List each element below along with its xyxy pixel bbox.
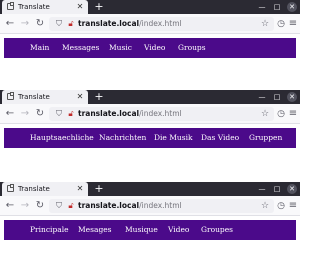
tab-bar: Translate ✕ + — □ ✕: [0, 182, 300, 196]
nav-item-messages[interactable]: Messages: [62, 38, 99, 58]
url-path: /index.html: [139, 201, 182, 210]
shield-icon[interactable]: ⛉: [55, 201, 63, 211]
back-arrow-icon[interactable]: ←: [4, 200, 16, 212]
url-host: translate.local: [78, 109, 140, 118]
hamburger-menu-icon[interactable]: ≡: [288, 200, 298, 212]
nav-item-video[interactable]: Video: [144, 38, 165, 58]
new-tab-button[interactable]: +: [93, 1, 105, 13]
minimize-icon[interactable]: —: [257, 92, 267, 102]
site-navigation-bar: Main Messages Music Video Groups: [4, 38, 296, 58]
nav-item-music[interactable]: Musique: [125, 220, 158, 240]
maximize-icon[interactable]: □: [272, 92, 282, 102]
tab-title: Translate: [18, 93, 50, 101]
star-icon[interactable]: ☆: [260, 109, 270, 119]
page-favicon-icon: [7, 2, 14, 10]
reload-icon[interactable]: ↻: [34, 108, 46, 120]
tab-translate[interactable]: Translate ✕: [2, 182, 88, 196]
back-arrow-icon[interactable]: ←: [4, 18, 16, 30]
hamburger-menu-icon[interactable]: ≡: [288, 18, 298, 30]
hamburger-menu-icon[interactable]: ≡: [288, 108, 298, 120]
page-favicon-icon: [7, 184, 14, 192]
close-icon[interactable]: ✕: [287, 2, 297, 12]
minimize-icon[interactable]: —: [257, 2, 267, 12]
tab-bar: Translate ✕ + — □ ✕: [0, 0, 300, 14]
tab-bar: Translate ✕ + — □ ✕: [0, 90, 300, 104]
lock-icon[interactable]: 🔓︎: [67, 109, 75, 119]
forward-arrow-icon[interactable]: →: [19, 18, 31, 30]
forward-arrow-icon[interactable]: →: [19, 108, 31, 120]
reload-icon[interactable]: ↻: [34, 18, 46, 30]
nav-item-main[interactable]: Principale: [30, 220, 69, 240]
url-text[interactable]: translate.local/index.html: [78, 201, 182, 211]
page-favicon-icon: [7, 92, 14, 100]
url-bar[interactable]: ⛉ 🔓︎ translate.local/index.html ☆: [49, 199, 274, 213]
browser-window-english: Translate ✕ + — □ ✕ ← → ↻ ⛉ 🔓︎ translate…: [0, 0, 300, 67]
site-navigation-bar: Hauptsaechliche Nachrichten Die Musik Da…: [4, 128, 296, 148]
url-path: /index.html: [139, 19, 182, 28]
forward-arrow-icon[interactable]: →: [19, 200, 31, 212]
reload-icon[interactable]: ↻: [34, 200, 46, 212]
url-bar[interactable]: ⛉ 🔓︎ translate.local/index.html ☆: [49, 17, 274, 31]
nav-item-groups[interactable]: Gruppen: [249, 128, 282, 148]
tab-close-icon[interactable]: ✕: [75, 2, 85, 12]
star-icon[interactable]: ☆: [260, 201, 270, 211]
url-text[interactable]: translate.local/index.html: [78, 109, 182, 119]
nav-item-groups[interactable]: Groupes: [201, 220, 233, 240]
new-tab-button[interactable]: +: [93, 183, 105, 195]
nav-item-messages[interactable]: Nachrichten: [99, 128, 146, 148]
nav-item-music[interactable]: Music: [109, 38, 132, 58]
close-icon[interactable]: ✕: [287, 92, 297, 102]
site-navigation-bar: Principale Mesages Musique Video Groupes: [4, 220, 296, 240]
tab-close-icon[interactable]: ✕: [75, 184, 85, 194]
lock-icon[interactable]: 🔓︎: [67, 201, 75, 211]
nav-item-main[interactable]: Hauptsaechliche: [30, 128, 94, 148]
nav-item-groups[interactable]: Groups: [178, 38, 206, 58]
nav-item-music[interactable]: Die Musik: [154, 128, 193, 148]
browser-window-german: Translate ✕ + — □ ✕ ← → ↻ ⛉ 🔓︎ translate…: [0, 90, 300, 157]
extensions-icon[interactable]: ◷: [276, 200, 286, 212]
navigation-toolbar: ← → ↻ ⛉ 🔓︎ translate.local/index.html ☆ …: [0, 196, 300, 216]
back-arrow-icon[interactable]: ←: [4, 108, 16, 120]
tab-close-icon[interactable]: ✕: [75, 92, 85, 102]
minimize-icon[interactable]: —: [257, 184, 267, 194]
shield-icon[interactable]: ⛉: [55, 109, 63, 119]
nav-item-video[interactable]: Video: [168, 220, 189, 240]
url-text[interactable]: translate.local/index.html: [78, 19, 182, 29]
tab-translate[interactable]: Translate ✕: [2, 90, 88, 104]
url-host: translate.local: [78, 19, 140, 28]
maximize-icon[interactable]: □: [272, 184, 282, 194]
nav-item-messages[interactable]: Mesages: [78, 220, 112, 240]
lock-icon[interactable]: 🔓︎: [67, 19, 75, 29]
maximize-icon[interactable]: □: [272, 2, 282, 12]
nav-item-video[interactable]: Das Video: [201, 128, 239, 148]
tab-title: Translate: [18, 185, 50, 193]
extensions-icon[interactable]: ◷: [276, 18, 286, 30]
extensions-icon[interactable]: ◷: [276, 108, 286, 120]
url-host: translate.local: [78, 201, 140, 210]
navigation-toolbar: ← → ↻ ⛉ 🔓︎ translate.local/index.html ☆ …: [0, 14, 300, 34]
new-tab-button[interactable]: +: [93, 91, 105, 103]
url-path: /index.html: [139, 109, 182, 118]
tab-title: Translate: [18, 3, 50, 11]
close-icon[interactable]: ✕: [287, 184, 297, 194]
nav-item-main[interactable]: Main: [30, 38, 49, 58]
star-icon[interactable]: ☆: [260, 19, 270, 29]
browser-window-french: Translate ✕ + — □ ✕ ← → ↻ ⛉ 🔓︎ translate…: [0, 182, 300, 249]
navigation-toolbar: ← → ↻ ⛉ 🔓︎ translate.local/index.html ☆ …: [0, 104, 300, 124]
url-bar[interactable]: ⛉ 🔓︎ translate.local/index.html ☆: [49, 107, 274, 121]
tab-translate[interactable]: Translate ✕: [2, 0, 88, 14]
shield-icon[interactable]: ⛉: [55, 19, 63, 29]
